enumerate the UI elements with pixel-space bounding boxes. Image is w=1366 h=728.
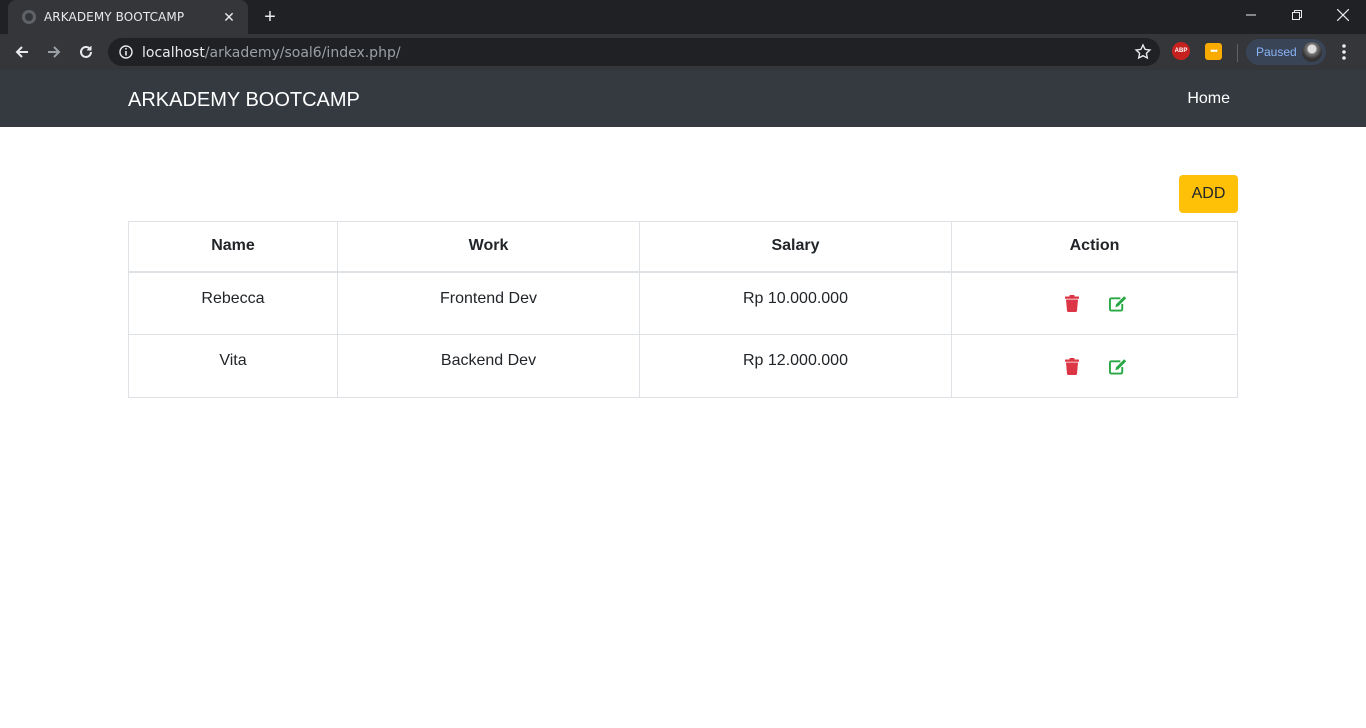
minimize-icon	[1246, 14, 1256, 16]
cell-work: Backend Dev	[337, 334, 640, 398]
cell-name: Rebecca	[128, 271, 338, 335]
new-tab-button[interactable]: +	[258, 6, 282, 28]
back-arrow-icon	[15, 46, 28, 58]
edit-icon	[1108, 358, 1126, 375]
reload-icon	[80, 45, 92, 58]
minimize-button[interactable]	[1228, 0, 1274, 30]
edit-button[interactable]	[1108, 295, 1127, 313]
tab-title: ARKADEMY BOOTCAMP	[44, 10, 185, 24]
info-icon[interactable]	[119, 45, 133, 59]
delete-button[interactable]	[1063, 357, 1081, 375]
forward-button[interactable]	[40, 38, 68, 66]
globe-icon	[22, 10, 36, 24]
address-bar[interactable]: localhost/arkademy/soal6/index.php/	[108, 38, 1160, 66]
browser-toolbar: localhost/arkademy/soal6/index.php/	[0, 34, 1366, 70]
cell-salary: Rp 10.000.000	[639, 271, 952, 335]
cell-action	[951, 334, 1238, 398]
browser-menu-button[interactable]	[1334, 40, 1354, 64]
close-window-icon	[1337, 9, 1349, 21]
adblock-extension-icon[interactable]: ABP	[1172, 42, 1190, 60]
cell-salary: Rp 12.000.000	[639, 334, 952, 398]
extension-icon[interactable]	[1205, 43, 1222, 60]
profile-status: Paused	[1256, 45, 1297, 59]
table-header-row: Name Work Salary Action	[128, 221, 1238, 273]
edit-icon	[1108, 296, 1126, 312]
more-vertical-icon	[1342, 44, 1346, 60]
nav-link-home[interactable]: Home	[1187, 90, 1230, 108]
cell-action	[951, 271, 1238, 335]
window-controls	[1228, 0, 1366, 34]
delete-button[interactable]	[1063, 295, 1081, 313]
restore-icon	[1292, 10, 1302, 20]
site-brand[interactable]: ARKADEMY BOOTCAMP	[128, 89, 360, 112]
browser-tab[interactable]: ARKADEMY BOOTCAMP ✕	[8, 0, 248, 34]
back-button[interactable]	[8, 38, 36, 66]
avatar	[1302, 42, 1322, 62]
close-window-button[interactable]	[1320, 0, 1366, 30]
bookmark-star-icon[interactable]	[1134, 43, 1152, 61]
url-text: localhost/arkademy/soal6/index.php/	[142, 45, 401, 61]
url-path: /arkademy/soal6/index.php/	[204, 45, 401, 61]
site-navbar: ARKADEMY BOOTCAMP Home	[0, 70, 1366, 127]
trash-icon	[1064, 357, 1079, 375]
header-action: Action	[951, 221, 1238, 273]
forward-arrow-icon	[48, 46, 61, 58]
add-button[interactable]: ADD	[1179, 175, 1238, 213]
table-row: Rebecca Frontend Dev Rp 10.000.000	[128, 271, 1238, 335]
header-salary: Salary	[639, 221, 952, 273]
close-tab-icon[interactable]: ✕	[220, 8, 238, 26]
table-row: Vita Backend Dev Rp 12.000.000	[128, 334, 1238, 398]
employee-table: Name Work Salary Action Rebecca Frontend…	[128, 221, 1238, 398]
trash-icon	[1064, 295, 1079, 312]
restore-button[interactable]	[1274, 0, 1320, 30]
toolbar-divider	[1237, 44, 1238, 62]
cell-work: Frontend Dev	[337, 271, 640, 335]
profile-button[interactable]: Paused	[1246, 39, 1326, 65]
header-name: Name	[128, 221, 338, 273]
header-work: Work	[337, 221, 640, 273]
edit-button[interactable]	[1108, 357, 1127, 375]
cell-name: Vita	[128, 334, 338, 398]
url-host: localhost	[142, 45, 205, 61]
browser-tab-strip: ARKADEMY BOOTCAMP ✕ +	[0, 0, 1366, 34]
reload-button[interactable]	[72, 38, 100, 66]
